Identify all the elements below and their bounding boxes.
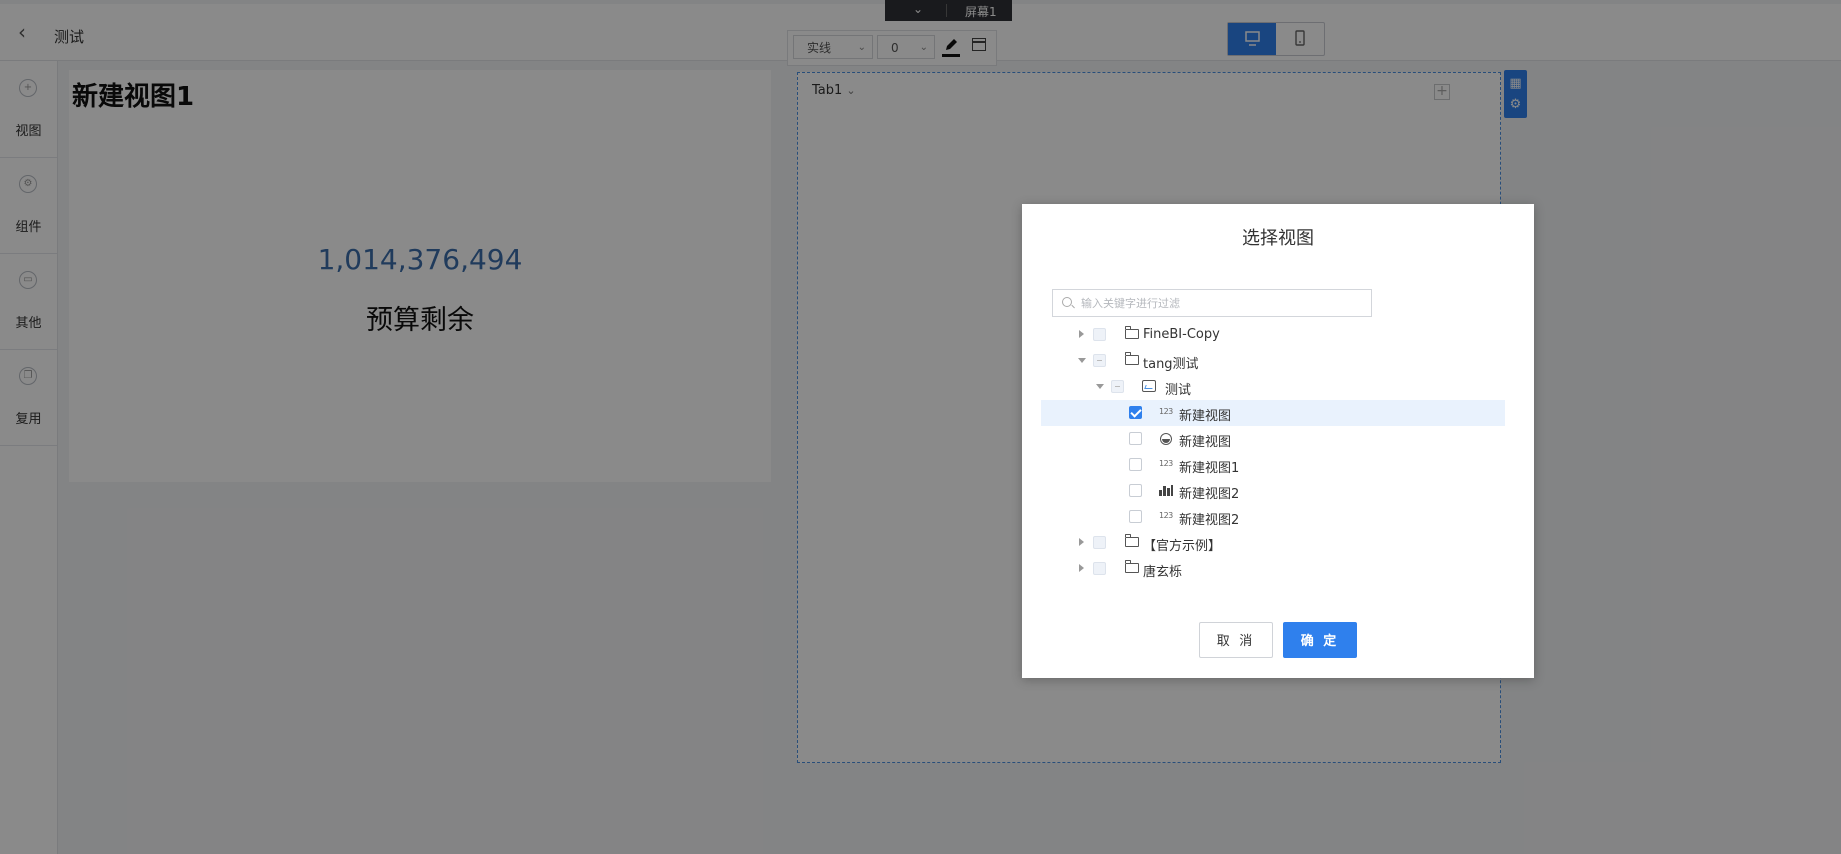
checkbox[interactable] bbox=[1129, 458, 1142, 471]
search-icon bbox=[1062, 297, 1072, 307]
checkbox[interactable] bbox=[1093, 328, 1106, 341]
select-view-dialog: 选择视图 FineBI-Copy tang测试 测试 123 bbox=[1022, 204, 1534, 678]
tree-node-label: FineBI-Copy bbox=[1143, 327, 1220, 342]
confirm-button[interactable]: 确 定 bbox=[1283, 622, 1357, 658]
number-chart-icon: 123 bbox=[1159, 407, 1173, 416]
tree-node-label: 新建视图 bbox=[1179, 435, 1232, 450]
checkbox[interactable] bbox=[1129, 484, 1142, 497]
folder-icon bbox=[1125, 352, 1139, 365]
search-box bbox=[1052, 289, 1372, 317]
folder-icon bbox=[1125, 560, 1139, 573]
tree-node-official-examples[interactable]: 【官方示例】 bbox=[1047, 530, 1531, 556]
dashboard-icon bbox=[1142, 380, 1156, 392]
bar-chart-icon bbox=[1159, 485, 1173, 496]
dialog-title: 选择视图 bbox=[1242, 228, 1314, 249]
checkbox[interactable] bbox=[1111, 380, 1124, 393]
tree-node-finebi-copy[interactable]: FineBI-Copy bbox=[1047, 322, 1531, 348]
expand-arrow-icon[interactable] bbox=[1079, 538, 1084, 546]
collapse-arrow-icon[interactable] bbox=[1078, 358, 1086, 363]
checkbox[interactable] bbox=[1129, 510, 1142, 523]
checkbox-checked[interactable] bbox=[1129, 406, 1142, 419]
checkbox[interactable] bbox=[1093, 562, 1106, 575]
pie-chart-icon bbox=[1160, 433, 1172, 445]
collapse-arrow-icon[interactable] bbox=[1096, 384, 1104, 389]
expand-arrow-icon[interactable] bbox=[1079, 330, 1084, 338]
search-input[interactable] bbox=[1081, 293, 1361, 313]
tree-node-view-2-number[interactable]: 123 新建视图2 bbox=[1047, 504, 1531, 530]
tree-node-test-dashboard[interactable]: 测试 bbox=[1047, 374, 1531, 400]
checkbox[interactable] bbox=[1129, 432, 1142, 445]
tree-node-view-selected[interactable]: 123 新建视图 bbox=[1041, 400, 1505, 426]
tree-node-label: 唐玄栎 bbox=[1143, 565, 1183, 580]
tree-node-label: 新建视图 bbox=[1179, 409, 1232, 424]
tree-node-view-1[interactable]: 123 新建视图1 bbox=[1047, 452, 1531, 478]
expand-arrow-icon[interactable] bbox=[1079, 564, 1084, 572]
tree-node-tangxuanli[interactable]: 唐玄栎 bbox=[1047, 556, 1531, 582]
tree-node-label: 新建视图2 bbox=[1179, 513, 1240, 528]
tree-node-label: 新建视图1 bbox=[1179, 461, 1240, 476]
tree-node-view-pie[interactable]: 新建视图 bbox=[1047, 426, 1531, 452]
tree-node-view-2-bar[interactable]: 新建视图2 bbox=[1047, 478, 1531, 504]
checkbox[interactable] bbox=[1093, 354, 1106, 367]
tree-node-label: 测试 bbox=[1165, 383, 1192, 398]
number-chart-icon: 123 bbox=[1159, 511, 1173, 520]
folder-icon bbox=[1125, 534, 1139, 547]
tree-node-label: 新建视图2 bbox=[1179, 487, 1240, 502]
number-chart-icon: 123 bbox=[1159, 459, 1173, 468]
folder-icon bbox=[1125, 326, 1139, 339]
tree-node-tang-test[interactable]: tang测试 bbox=[1047, 348, 1531, 374]
checkbox[interactable] bbox=[1093, 536, 1106, 549]
modal-overlay[interactable] bbox=[0, 0, 1841, 854]
cancel-button[interactable]: 取 消 bbox=[1199, 622, 1273, 658]
tree-node-label: 【官方示例】 bbox=[1143, 539, 1222, 554]
tree-node-label: tang测试 bbox=[1143, 357, 1199, 372]
